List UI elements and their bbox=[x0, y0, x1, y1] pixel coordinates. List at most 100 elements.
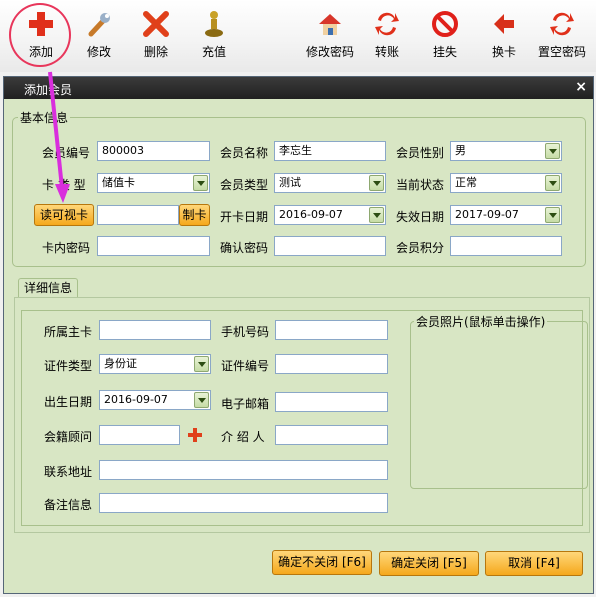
member-no-input[interactable]: 800003 bbox=[97, 141, 210, 161]
report-loss-label: 挂失 bbox=[432, 45, 457, 59]
advisor-input[interactable] bbox=[99, 425, 180, 445]
details-panel: 所属主卡 手机号码 证件类型 身份证 证件编号 出生日期 2016-09-07 … bbox=[14, 297, 590, 533]
open-date-value: 2016-09-07 bbox=[279, 208, 343, 221]
change-password-label: 修改密码 bbox=[305, 45, 354, 59]
remark-input[interactable] bbox=[99, 493, 388, 513]
expire-date-value: 2017-09-07 bbox=[455, 208, 519, 221]
clear-password-label: 置空密码 bbox=[537, 45, 586, 59]
main-card-input[interactable] bbox=[99, 320, 211, 340]
member-no-label: 会员编号 bbox=[42, 146, 91, 160]
card-password-label: 卡内密码 bbox=[42, 241, 91, 255]
referrer-label: 介 绍 人 bbox=[221, 430, 265, 444]
swap-card-icon bbox=[494, 14, 514, 34]
main-card-label: 所属主卡 bbox=[44, 325, 93, 339]
address-input[interactable] bbox=[99, 460, 388, 480]
status-select[interactable]: 正常 bbox=[450, 173, 562, 193]
member-photo-label: 会员照片(鼠标单击操作) bbox=[414, 313, 548, 330]
card-type-label: 卡 类 型 bbox=[42, 178, 86, 192]
swap-card-label: 换卡 bbox=[491, 45, 516, 59]
phone-label: 手机号码 bbox=[221, 325, 270, 339]
birth-date-value: 2016-09-07 bbox=[104, 393, 168, 406]
id-type-select[interactable]: 身份证 bbox=[99, 354, 211, 374]
house-icon bbox=[319, 14, 341, 35]
chevron-down-icon[interactable] bbox=[369, 207, 384, 223]
close-icon[interactable]: × bbox=[575, 79, 587, 95]
open-date-picker[interactable]: 2016-09-07 bbox=[274, 205, 386, 225]
points-input[interactable] bbox=[450, 236, 562, 256]
referrer-input[interactable] bbox=[275, 425, 388, 445]
expire-date-label: 失效日期 bbox=[396, 210, 445, 224]
clear-password-button[interactable]: 置空密码 bbox=[532, 8, 592, 66]
dialog-title: 添加会员 bbox=[24, 83, 73, 97]
add-member-dialog: 添加会员 × 基本信息 会员编号 800003 会员名称 李忘生 会员性别 男 … bbox=[3, 76, 594, 594]
gender-select[interactable]: 男 bbox=[450, 141, 562, 161]
chevron-down-icon[interactable] bbox=[194, 392, 209, 408]
chevron-down-icon[interactable] bbox=[545, 143, 560, 159]
delete-x-icon bbox=[143, 11, 169, 37]
dialog-titlebar: 添加会员 × bbox=[4, 77, 593, 99]
member-type-select[interactable]: 测试 bbox=[274, 173, 386, 193]
id-type-label: 证件类型 bbox=[44, 359, 93, 373]
chevron-down-icon[interactable] bbox=[545, 175, 560, 191]
phone-input[interactable] bbox=[275, 320, 388, 340]
read-card-button[interactable]: 读可视卡 bbox=[34, 204, 94, 226]
swap-card-button[interactable]: 换卡 bbox=[474, 8, 534, 66]
add-label: 添加 bbox=[28, 45, 53, 59]
chevron-down-icon[interactable] bbox=[193, 175, 208, 191]
card-type-select[interactable]: 储值卡 bbox=[97, 173, 210, 193]
confirm-keep-open-button[interactable]: 确定不关闭 [F6] bbox=[272, 550, 372, 575]
chevron-down-icon[interactable] bbox=[194, 356, 209, 372]
plus-icon bbox=[29, 12, 53, 36]
make-card-button[interactable]: 制卡 bbox=[179, 204, 210, 226]
report-loss-button[interactable]: 挂失 bbox=[415, 8, 475, 66]
plus-icon[interactable] bbox=[187, 427, 203, 443]
delete-button[interactable]: 删除 bbox=[126, 8, 186, 66]
member-photo-box[interactable] bbox=[410, 321, 588, 489]
tab-details[interactable]: 详细信息 bbox=[18, 278, 78, 298]
transfer-label: 转账 bbox=[374, 45, 399, 59]
edit-button[interactable]: 修改 bbox=[69, 8, 129, 66]
address-label: 联系地址 bbox=[44, 465, 93, 479]
expire-date-picker[interactable]: 2017-09-07 bbox=[450, 205, 562, 225]
status-label: 当前状态 bbox=[396, 178, 445, 192]
recharge-label: 充值 bbox=[201, 45, 226, 59]
transfer-button[interactable]: 转账 bbox=[357, 8, 417, 66]
email-input[interactable] bbox=[275, 392, 388, 412]
status-value: 正常 bbox=[455, 176, 477, 189]
confirm-close-button[interactable]: 确定关闭 [F5] bbox=[379, 551, 479, 576]
birth-date-label: 出生日期 bbox=[44, 395, 93, 409]
open-date-label: 开卡日期 bbox=[220, 210, 269, 224]
chevron-down-icon[interactable] bbox=[545, 207, 560, 223]
member-name-input[interactable]: 李忘生 bbox=[274, 141, 386, 161]
details-inner: 所属主卡 手机号码 证件类型 身份证 证件编号 出生日期 2016-09-07 … bbox=[21, 310, 588, 526]
gender-value: 男 bbox=[455, 144, 466, 157]
transfer-icon bbox=[375, 12, 399, 36]
confirm-password-label: 确认密码 bbox=[220, 241, 269, 255]
report-loss-icon bbox=[432, 11, 458, 37]
cancel-button[interactable]: 取消 [F4] bbox=[485, 551, 583, 576]
email-label: 电子邮箱 bbox=[221, 397, 270, 411]
recharge-button[interactable]: 充值 bbox=[184, 8, 244, 66]
card-type-value: 储值卡 bbox=[102, 176, 135, 189]
remark-label: 备注信息 bbox=[44, 498, 93, 512]
gender-label: 会员性别 bbox=[396, 146, 445, 160]
card-no-input[interactable] bbox=[97, 205, 179, 225]
id-no-label: 证件编号 bbox=[221, 359, 270, 373]
change-password-button[interactable]: 修改密码 bbox=[300, 8, 360, 66]
add-button[interactable]: 添加 bbox=[11, 8, 71, 66]
basic-info-title: 基本信息 bbox=[18, 109, 71, 126]
clear-password-icon bbox=[550, 12, 574, 36]
edit-label: 修改 bbox=[86, 45, 111, 59]
birth-date-picker[interactable]: 2016-09-07 bbox=[99, 390, 211, 410]
card-password-input[interactable] bbox=[97, 236, 210, 256]
id-no-input[interactable] bbox=[275, 354, 388, 374]
advisor-label: 会籍顾问 bbox=[44, 430, 93, 444]
toolbar: 添加 修改 删除 充值 修改密码 转账 挂失 换卡 置空密码 bbox=[0, 0, 596, 72]
confirm-password-input[interactable] bbox=[274, 236, 386, 256]
member-type-value: 测试 bbox=[279, 176, 301, 189]
chevron-down-icon[interactable] bbox=[369, 175, 384, 191]
member-name-label: 会员名称 bbox=[220, 146, 269, 160]
recharge-pawn-icon bbox=[205, 11, 223, 37]
id-type-value: 身份证 bbox=[104, 357, 137, 370]
delete-label: 删除 bbox=[143, 45, 168, 59]
